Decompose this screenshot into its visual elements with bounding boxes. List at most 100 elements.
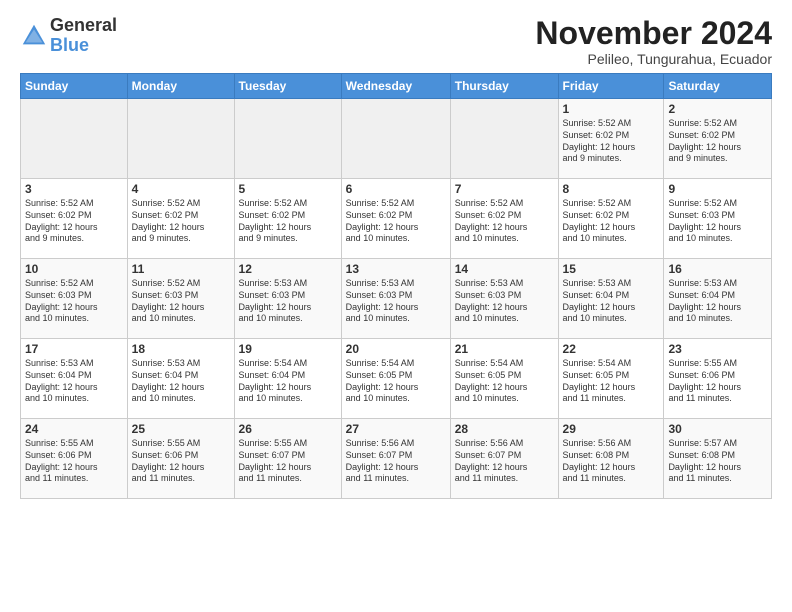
header-day: Monday — [127, 74, 234, 99]
calendar-day: 2 Sunrise: 5:52 AM Sunset: 6:02 PM Daylig… — [664, 99, 772, 179]
day-number: 11 — [132, 262, 230, 276]
header-day: Wednesday — [341, 74, 450, 99]
day-info: Sunrise: 5:55 AM Sunset: 6:06 PM Dayligh… — [668, 358, 767, 405]
calendar-day: 1Sunrise: 5:52 AM Sunset: 6:02 PM Daylig… — [558, 99, 664, 179]
calendar-day: 12Sunrise: 5:53 AM Sunset: 6:03 PM Dayli… — [234, 259, 341, 339]
calendar-day: 6 Sunrise: 5:52 AM Sunset: 6:02 PM Daylig… — [341, 179, 450, 259]
day-number: 27 — [346, 422, 446, 436]
day-info: Sunrise: 5:56 AM Sunset: 6:07 PM Dayligh… — [346, 438, 446, 485]
day-number: 25 — [132, 422, 230, 436]
day-info: Sunrise: 5:55 AM Sunset: 6:06 PM Dayligh… — [132, 438, 230, 485]
day-number: 18 — [132, 342, 230, 356]
subtitle: Pelileo, Tungurahua, Ecuador — [535, 51, 772, 67]
calendar-day: 26 Sunrise: 5:55 AM Sunset: 6:07 PM Dayli… — [234, 419, 341, 499]
calendar-day: 9Sunrise: 5:52 AM Sunset: 6:03 PM Daylig… — [664, 179, 772, 259]
calendar-week: 24Sunrise: 5:55 AM Sunset: 6:06 PM Dayli… — [21, 419, 772, 499]
logo-icon — [20, 22, 48, 50]
calendar-day: 5 Sunrise: 5:52 AM Sunset: 6:02 PM Daylig… — [234, 179, 341, 259]
header-area: General Blue November 2024 Pelileo, Tung… — [20, 16, 772, 67]
day-number: 5 — [239, 182, 337, 196]
day-number: 14 — [455, 262, 554, 276]
header-day: Sunday — [21, 74, 128, 99]
day-info: Sunrise: 5:57 AM Sunset: 6:08 PM Dayligh… — [668, 438, 767, 485]
logo-area: General Blue — [20, 16, 117, 56]
day-info: Sunrise: 5:53 AM Sunset: 6:04 PM Dayligh… — [668, 278, 767, 325]
day-number: 13 — [346, 262, 446, 276]
day-number: 2 — [668, 102, 767, 116]
day-number: 15 — [563, 262, 660, 276]
day-number: 3 — [25, 182, 123, 196]
calendar-table: SundayMondayTuesdayWednesdayThursdayFrid… — [20, 73, 772, 499]
calendar-day: 3 Sunrise: 5:52 AM Sunset: 6:02 PM Daylig… — [21, 179, 128, 259]
calendar-day: 13 Sunrise: 5:53 AM Sunset: 6:03 PM Dayli… — [341, 259, 450, 339]
day-number: 20 — [346, 342, 446, 356]
calendar-day: 11Sunrise: 5:52 AM Sunset: 6:03 PM Dayli… — [127, 259, 234, 339]
day-info: Sunrise: 5:53 AM Sunset: 6:04 PM Dayligh… — [132, 358, 230, 405]
calendar-day: 4Sunrise: 5:52 AM Sunset: 6:02 PM Daylig… — [127, 179, 234, 259]
calendar-week: 17 Sunrise: 5:53 AM Sunset: 6:04 PM Dayli… — [21, 339, 772, 419]
day-info: Sunrise: 5:52 AM Sunset: 6:02 PM Dayligh… — [346, 198, 446, 245]
day-number: 10 — [25, 262, 123, 276]
day-info: Sunrise: 5:54 AM Sunset: 6:04 PM Dayligh… — [239, 358, 337, 405]
calendar-day: 16 Sunrise: 5:53 AM Sunset: 6:04 PM Dayli… — [664, 259, 772, 339]
calendar-day: 14 Sunrise: 5:53 AM Sunset: 6:03 PM Dayli… — [450, 259, 558, 339]
day-number: 16 — [668, 262, 767, 276]
day-info: Sunrise: 5:53 AM Sunset: 6:03 PM Dayligh… — [455, 278, 554, 325]
day-number: 29 — [563, 422, 660, 436]
calendar-day — [341, 99, 450, 179]
calendar-day — [450, 99, 558, 179]
title-area: November 2024 Pelileo, Tungurahua, Ecuad… — [535, 16, 772, 67]
calendar-day: 27 Sunrise: 5:56 AM Sunset: 6:07 PM Dayli… — [341, 419, 450, 499]
day-info: Sunrise: 5:52 AM Sunset: 6:02 PM Dayligh… — [668, 118, 767, 165]
header-day: Tuesday — [234, 74, 341, 99]
calendar-day: 29 Sunrise: 5:56 AM Sunset: 6:08 PM Dayli… — [558, 419, 664, 499]
day-number: 17 — [25, 342, 123, 356]
calendar-day: 25 Sunrise: 5:55 AM Sunset: 6:06 PM Dayli… — [127, 419, 234, 499]
day-info: Sunrise: 5:52 AM Sunset: 6:02 PM Dayligh… — [239, 198, 337, 245]
day-info: Sunrise: 5:56 AM Sunset: 6:07 PM Dayligh… — [455, 438, 554, 485]
calendar-day: 28Sunrise: 5:56 AM Sunset: 6:07 PM Dayli… — [450, 419, 558, 499]
month-title: November 2024 — [535, 16, 772, 51]
day-number: 21 — [455, 342, 554, 356]
day-info: Sunrise: 5:53 AM Sunset: 6:04 PM Dayligh… — [25, 358, 123, 405]
logo-text: General Blue — [50, 16, 117, 56]
calendar-day: 24Sunrise: 5:55 AM Sunset: 6:06 PM Dayli… — [21, 419, 128, 499]
day-number: 7 — [455, 182, 554, 196]
calendar-day — [21, 99, 128, 179]
day-info: Sunrise: 5:55 AM Sunset: 6:07 PM Dayligh… — [239, 438, 337, 485]
calendar-week: 1 Sunrise: 5:52 AM Sunset: 6:02 PM Daylig… — [21, 99, 772, 179]
day-number: 26 — [239, 422, 337, 436]
calendar-day: 10 Sunrise: 5:52 AM Sunset: 6:03 PM Dayli… — [21, 259, 128, 339]
day-info: Sunrise: 5:52 AM Sunset: 6:03 PM Dayligh… — [668, 198, 767, 245]
day-info: Sunrise: 5:52 AM Sunset: 6:03 PM Dayligh… — [25, 278, 123, 325]
day-number: 6 — [346, 182, 446, 196]
day-info: Sunrise: 5:53 AM Sunset: 6:03 PM Dayligh… — [346, 278, 446, 325]
day-info: Sunrise: 5:56 AM Sunset: 6:08 PM Dayligh… — [563, 438, 660, 485]
calendar-body: 1 Sunrise: 5:52 AM Sunset: 6:02 PM Daylig… — [21, 99, 772, 499]
day-number: 19 — [239, 342, 337, 356]
calendar-day — [234, 99, 341, 179]
calendar-day: 8Sunrise: 5:52 AM Sunset: 6:02 PM Daylig… — [558, 179, 664, 259]
day-info: Sunrise: 5:52 AM Sunset: 6:02 PM Dayligh… — [132, 198, 230, 245]
calendar-day: 30Sunrise: 5:57 AM Sunset: 6:08 PM Dayli… — [664, 419, 772, 499]
day-info: Sunrise: 5:52 AM Sunset: 6:02 PM Dayligh… — [563, 198, 660, 245]
calendar-day — [127, 99, 234, 179]
calendar-day: 7Sunrise: 5:52 AM Sunset: 6:02 PM Daylig… — [450, 179, 558, 259]
calendar-week: 3 Sunrise: 5:52 AM Sunset: 6:02 PM Daylig… — [21, 179, 772, 259]
calendar-day: 22Sunrise: 5:54 AM Sunset: 6:05 PM Dayli… — [558, 339, 664, 419]
day-info: Sunrise: 5:54 AM Sunset: 6:05 PM Dayligh… — [346, 358, 446, 405]
calendar-day: 19 Sunrise: 5:54 AM Sunset: 6:04 PM Dayli… — [234, 339, 341, 419]
day-number: 1 — [563, 102, 660, 116]
logo-general: General — [50, 16, 117, 36]
header-day: Thursday — [450, 74, 558, 99]
calendar-day: 21Sunrise: 5:54 AM Sunset: 6:05 PM Dayli… — [450, 339, 558, 419]
calendar-day: 23Sunrise: 5:55 AM Sunset: 6:06 PM Dayli… — [664, 339, 772, 419]
day-info: Sunrise: 5:54 AM Sunset: 6:05 PM Dayligh… — [563, 358, 660, 405]
day-info: Sunrise: 5:52 AM Sunset: 6:02 PM Dayligh… — [25, 198, 123, 245]
page: General Blue November 2024 Pelileo, Tung… — [0, 0, 792, 509]
header-row: SundayMondayTuesdayWednesdayThursdayFrid… — [21, 74, 772, 99]
day-number: 12 — [239, 262, 337, 276]
day-info: Sunrise: 5:53 AM Sunset: 6:04 PM Dayligh… — [563, 278, 660, 325]
day-info: Sunrise: 5:55 AM Sunset: 6:06 PM Dayligh… — [25, 438, 123, 485]
calendar-day: 18 Sunrise: 5:53 AM Sunset: 6:04 PM Dayli… — [127, 339, 234, 419]
